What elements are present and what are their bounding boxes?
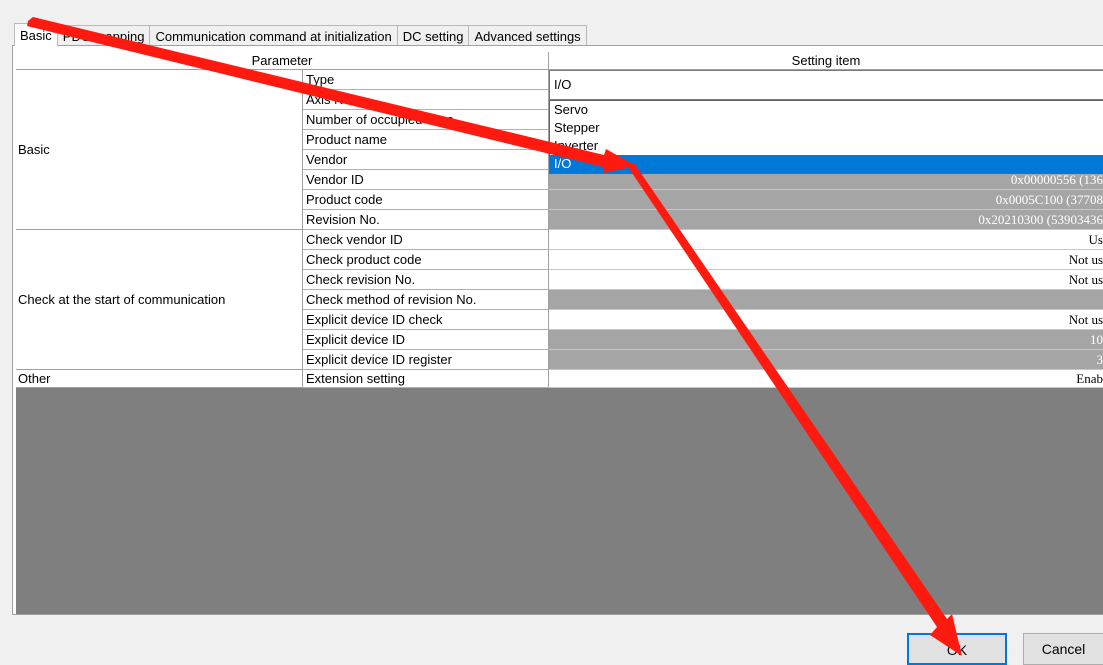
param-value-explicit-device-id: 10 bbox=[549, 330, 1103, 350]
param-name: Check product code bbox=[303, 250, 549, 270]
param-name: Product code bbox=[303, 190, 549, 210]
option-servo[interactable]: Servo bbox=[550, 101, 1103, 119]
tab-pdo-mapping[interactable]: PDO mapping bbox=[56, 25, 151, 46]
tab-communication-command[interactable]: Communication command at initialization bbox=[149, 25, 398, 46]
param-name: Number of occupied axes bbox=[303, 110, 549, 130]
param-name: Explicit device ID bbox=[303, 330, 549, 350]
tab-advanced-settings[interactable]: Advanced settings bbox=[468, 25, 587, 46]
param-name: Revision No. bbox=[303, 210, 549, 230]
param-value-explicit-id-register: 3 bbox=[549, 350, 1103, 370]
option-io[interactable]: I/O bbox=[550, 155, 1103, 173]
cancel-button[interactable]: Cancel bbox=[1023, 633, 1103, 665]
group-label: Basic bbox=[18, 142, 50, 157]
tab-bar: Basic PDO mapping Communication command … bbox=[14, 23, 587, 46]
column-header-setting-item[interactable]: Setting item bbox=[549, 52, 1103, 70]
param-name: Type bbox=[303, 70, 549, 90]
param-value-check-method-revision bbox=[549, 290, 1103, 310]
param-name: Axis No. bbox=[303, 90, 549, 110]
param-value-product-code: 0x0005C100 (37708 bbox=[549, 190, 1103, 210]
param-name: Product name bbox=[303, 130, 549, 150]
type-dropdown-list: Servo Stepper Inverter I/O bbox=[549, 100, 1103, 174]
param-value-check-vendor-id[interactable]: Us bbox=[549, 230, 1103, 250]
group-check: Check at the start of communication bbox=[16, 230, 303, 370]
ok-button[interactable]: OK bbox=[907, 633, 1007, 665]
group-basic: Basic bbox=[16, 70, 303, 230]
tab-dc-setting[interactable]: DC setting bbox=[396, 25, 470, 46]
param-value-check-revision-no[interactable]: Not us bbox=[549, 270, 1103, 290]
group-label: Other bbox=[18, 371, 51, 386]
param-name: Vendor bbox=[303, 150, 549, 170]
option-inverter[interactable]: Inverter bbox=[550, 137, 1103, 155]
param-name: Check vendor ID bbox=[303, 230, 549, 250]
param-name: Extension setting bbox=[303, 370, 549, 388]
param-name: Vendor ID bbox=[303, 170, 549, 190]
param-name: Check method of revision No. bbox=[303, 290, 549, 310]
param-value-explicit-id-check[interactable]: Not us bbox=[549, 310, 1103, 330]
tab-basic[interactable]: Basic bbox=[14, 23, 58, 46]
param-name: Explicit device ID register bbox=[303, 350, 549, 370]
param-value-revision-no: 0x20210300 (53903436 bbox=[549, 210, 1103, 230]
param-value-extension-setting[interactable]: Enab bbox=[549, 370, 1103, 388]
group-other: Other bbox=[16, 370, 303, 388]
type-combobox[interactable]: I/O bbox=[549, 70, 1103, 100]
column-header-parameter[interactable]: Parameter bbox=[16, 52, 549, 70]
group-label: Check at the start of communication bbox=[18, 292, 226, 307]
param-name: Explicit device ID check bbox=[303, 310, 549, 330]
option-stepper[interactable]: Stepper bbox=[550, 119, 1103, 137]
param-name: Check revision No. bbox=[303, 270, 549, 290]
param-value-check-product-code[interactable]: Not us bbox=[549, 250, 1103, 270]
